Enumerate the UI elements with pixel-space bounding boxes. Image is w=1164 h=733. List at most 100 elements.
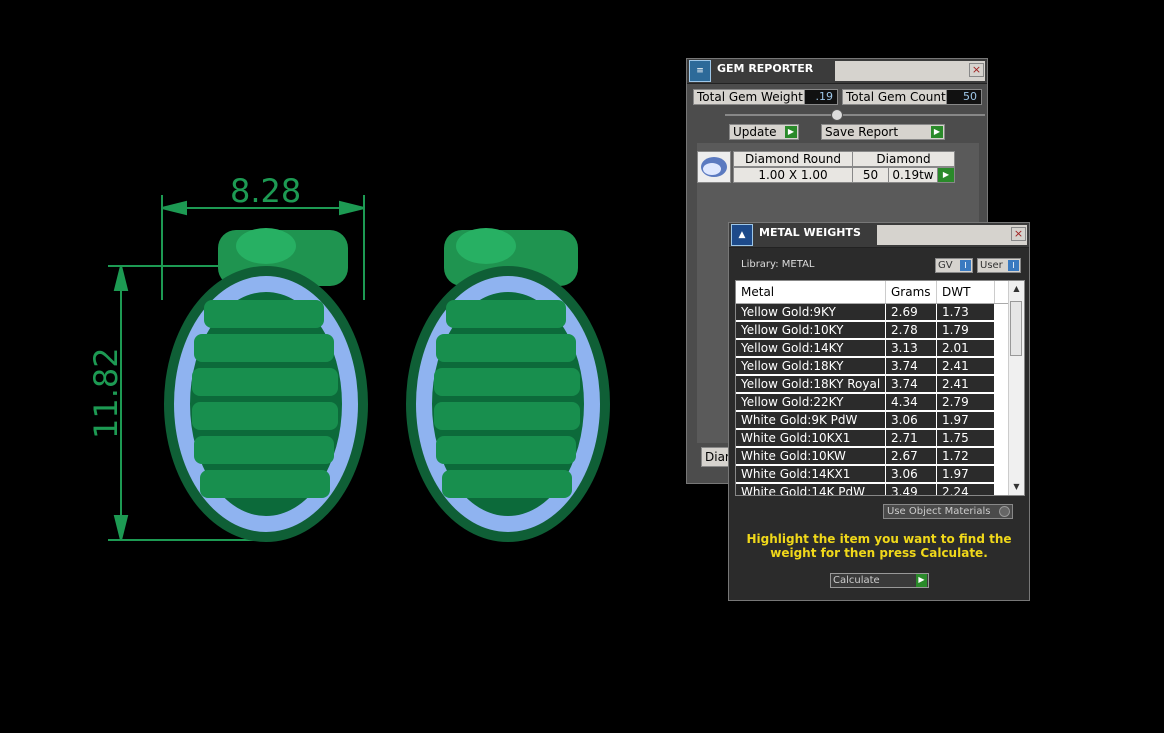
gem-report-icon: ≡: [689, 60, 711, 82]
cell-grams: 4.34: [886, 394, 936, 410]
diamond-round-icon: [697, 151, 731, 183]
metal-rows: Yellow Gold:9KY 2.69 1.73 Yellow Gold:10KY 2…: [736, 304, 1008, 495]
height-dimension-label: 11.82: [87, 347, 125, 439]
cell-dwt: 1.72: [937, 448, 994, 464]
table-row[interactable]: Yellow Gold:9KY 2.69 1.73: [736, 304, 1008, 322]
cell-grams: 3.06: [886, 412, 936, 428]
total-gem-weight-label: Total Gem Weight: [693, 89, 805, 105]
cell-grams: 2.67: [886, 448, 936, 464]
update-button-label: Update: [733, 125, 777, 139]
width-dimension-label: 8.28: [230, 172, 302, 210]
slider-track: [725, 114, 985, 116]
total-gem-weight-value: .19: [804, 89, 838, 105]
play-arrow-icon: ▶: [785, 126, 797, 138]
cell-metal: White Gold:10KW: [736, 448, 885, 464]
play-arrow-icon: ▶: [931, 126, 943, 138]
cell-dwt: 2.01: [937, 340, 994, 356]
total-gem-count-value: 50: [946, 89, 982, 105]
table-row[interactable]: Yellow Gold:18KY 3.74 2.41: [736, 358, 1008, 376]
user-toggle[interactable]: User I: [977, 258, 1021, 273]
cell-metal: Yellow Gold:22KY: [736, 394, 885, 410]
use-object-materials-toggle[interactable]: Use Object Materials: [883, 504, 1013, 519]
metal-table[interactable]: Metal Grams DWT Yellow Gold:9KY 2.69 1.73 Y…: [735, 280, 1025, 496]
vertical-scrollbar[interactable]: ▲ ▼: [1008, 281, 1024, 495]
metal-weights-panel: ▲ METAL WEIGHTS × Library: METAL GV I Use…: [728, 222, 1030, 601]
cell-metal: White Gold:10KX1: [736, 430, 885, 446]
cell-grams: 3.74: [886, 376, 936, 392]
cell-grams: 3.13: [886, 340, 936, 356]
cell-dwt: 2.79: [937, 394, 994, 410]
cell-dwt: 1.73: [937, 304, 994, 320]
cell-metal: Yellow Gold:10KY: [736, 322, 885, 338]
cell-metal: White Gold:14K PdW: [736, 484, 885, 495]
gem-shape: Diamond Round: [733, 151, 853, 167]
close-button[interactable]: ×: [969, 63, 984, 77]
cell-dwt: 1.97: [937, 412, 994, 428]
slider-knob[interactable]: [831, 109, 843, 121]
update-button[interactable]: Update ▶: [729, 124, 799, 140]
total-gem-count-label: Total Gem Count: [842, 89, 947, 105]
gem-count: 50: [852, 167, 889, 183]
title-bar-fill: [877, 225, 1027, 245]
gem-size: 1.00 X 1.00: [733, 167, 853, 183]
metal-weight-icon: ▲: [731, 224, 753, 246]
calculate-label: Calculate: [833, 575, 880, 586]
user-indicator-icon: I: [1008, 260, 1019, 271]
play-arrow-icon: ▶: [916, 574, 927, 587]
table-row[interactable]: Yellow Gold:10KY 2.78 1.79: [736, 322, 1008, 340]
cell-metal: White Gold:9K PdW: [736, 412, 885, 428]
gem-reporter-title: GEM REPORTER: [717, 62, 814, 75]
table-row[interactable]: White Gold:14KX1 3.06 1.97: [736, 466, 1008, 484]
earring-left: [164, 228, 368, 542]
scroll-up-icon[interactable]: ▲: [1009, 283, 1024, 295]
table-row[interactable]: Yellow Gold:22KY 4.34 2.79: [736, 394, 1008, 412]
use-object-materials-label: Use Object Materials: [887, 506, 991, 517]
cell-dwt: 2.41: [937, 376, 994, 392]
cell-grams: 3.74: [886, 358, 936, 374]
scroll-down-icon[interactable]: ▼: [1009, 481, 1024, 493]
cell-grams: 3.49: [886, 484, 936, 495]
earring-right: [406, 228, 610, 542]
table-row[interactable]: White Gold:14K PdW 3.49 2.24: [736, 484, 1008, 495]
cell-metal: Yellow Gold:9KY: [736, 304, 885, 320]
user-label: User: [980, 260, 1003, 271]
scroll-thumb[interactable]: [1010, 301, 1022, 356]
close-button[interactable]: ×: [1011, 227, 1026, 241]
column-header-dwt[interactable]: DWT: [937, 281, 995, 303]
save-report-button[interactable]: Save Report ▶: [821, 124, 945, 140]
cell-metal: White Gold:14KX1: [736, 466, 885, 482]
table-row[interactable]: Yellow Gold:18KY Royal 3.74 2.41: [736, 376, 1008, 394]
cell-dwt: 2.24: [937, 484, 994, 495]
gem-reporter-titlebar[interactable]: ≡ GEM REPORTER ×: [687, 59, 987, 84]
cell-metal: Yellow Gold:14KY: [736, 340, 885, 356]
cell-grams: 2.78: [886, 322, 936, 338]
calculate-button[interactable]: Calculate ▶: [830, 573, 929, 588]
metal-weights-titlebar[interactable]: ▲ METAL WEIGHTS ×: [729, 223, 1029, 248]
instruction-text: Highlight the item you want to find the …: [746, 532, 1012, 560]
gem-row[interactable]: Diamond Round Diamond 1.00 X 1.00 50 0.1…: [697, 151, 955, 185]
table-row[interactable]: White Gold:10KW 2.67 1.72: [736, 448, 1008, 466]
save-report-label: Save Report: [825, 125, 899, 139]
toggle-indicator-icon: [999, 506, 1010, 517]
cell-dwt: 2.41: [937, 358, 994, 374]
cell-grams: 2.71: [886, 430, 936, 446]
gv-toggle[interactable]: GV I: [935, 258, 973, 273]
cell-dwt: 1.75: [937, 430, 994, 446]
cell-dwt: 1.79: [937, 322, 994, 338]
column-header-metal[interactable]: Metal: [736, 281, 886, 303]
library-label: Library: METAL: [741, 259, 815, 270]
gem-weight: 0.19tw: [888, 167, 938, 183]
column-header-grams[interactable]: Grams: [886, 281, 937, 303]
table-row[interactable]: White Gold:9K PdW 3.06 1.97: [736, 412, 1008, 430]
table-header: Metal Grams DWT: [736, 281, 1008, 304]
gv-indicator-icon: I: [960, 260, 971, 271]
title-bar-fill: [835, 61, 985, 81]
cell-metal: Yellow Gold:18KY: [736, 358, 885, 374]
cell-metal: Yellow Gold:18KY Royal: [736, 376, 885, 392]
gem-type: Diamond: [852, 151, 955, 167]
gem-play-icon[interactable]: ▶: [937, 167, 955, 183]
table-row[interactable]: White Gold:10KX1 2.71 1.75: [736, 430, 1008, 448]
cell-grams: 3.06: [886, 466, 936, 482]
table-row[interactable]: Yellow Gold:14KY 3.13 2.01: [736, 340, 1008, 358]
metal-weights-title: METAL WEIGHTS: [759, 226, 861, 239]
